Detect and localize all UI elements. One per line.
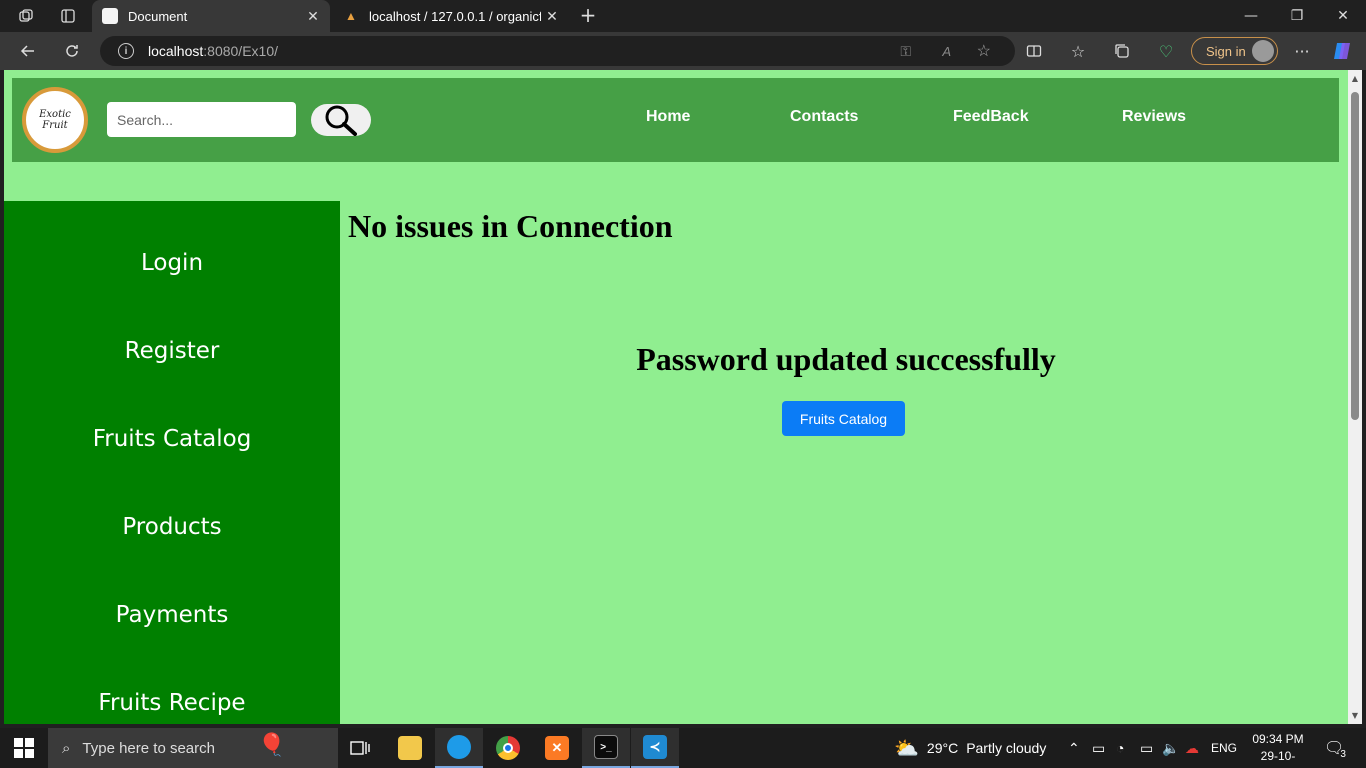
scroll-down-icon[interactable]: ▼ [1350,711,1360,720]
minimize-button[interactable]: — [1228,0,1274,32]
weather-widget[interactable]: ⛅ 29°C Partly cloudy [894,728,1046,768]
key-icon[interactable]: ⚿ [900,43,911,60]
taskbar-search-placeholder: Type here to search [82,739,215,757]
sidebar: Login Register Fruits Catalog Products P… [4,201,340,724]
task-view-icon[interactable] [336,728,384,768]
more-options-icon[interactable]: ··· [1290,39,1314,63]
site-logo[interactable]: Exotic Fruit [22,87,88,153]
new-tab-button[interactable]: + [577,4,599,28]
url-host: localhost [148,43,204,59]
terminal-icon[interactable]: >_ [582,728,630,768]
sidebar-item-register[interactable]: Register [4,338,340,364]
favorite-star-icon[interactable]: ☆ [977,41,991,61]
search-icon [325,105,357,136]
fruits-catalog-button[interactable]: Fruits Catalog [782,401,905,436]
tab-actions-icon[interactable] [58,6,78,26]
chrome-browser-icon[interactable] [484,728,532,768]
address-bar[interactable]: i localhost:8080/Ex10/ ⚿ A ☆ [100,36,1015,66]
nav-contacts[interactable]: Contacts [790,108,858,126]
site-header: Exotic Fruit Home Contacts FeedBack Revi… [12,78,1339,162]
windows-start-icon[interactable] [14,738,34,758]
wifi-icon[interactable]: ◔ [1116,728,1124,768]
connection-status-heading: No issues in Connection [348,208,673,244]
clock-time: 09:34 PM [1252,732,1304,746]
search-input[interactable] [107,102,296,137]
page-viewport: Exotic Fruit Home Contacts FeedBack Revi… [4,70,1348,724]
vscode-icon[interactable]: ≺ [631,728,679,768]
tab-document[interactable]: Document ✕ [92,0,330,32]
phpmyadmin-favicon-icon: ▲ [345,9,357,23]
copilot-icon[interactable] [1330,39,1354,63]
close-window-button[interactable]: ✕ [1320,0,1366,32]
nav-home[interactable]: Home [646,108,690,126]
logo-text: Exotic Fruit [39,109,71,131]
weather-desc: Partly cloudy [966,740,1047,756]
meet-now-icon[interactable]: ▭ [1092,728,1105,768]
edge-browser-icon[interactable] [435,728,483,768]
success-message: Password updated successfully [636,341,1056,377]
sidebar-item-fruits-recipe[interactable]: Fruits Recipe [4,690,340,716]
search-button[interactable] [311,104,371,136]
partly-cloudy-icon: ⛅ [894,737,919,760]
search-highlight-balloons-icon: 🎈 [258,732,286,757]
browser-essentials-icon[interactable]: ♡ [1154,39,1178,63]
url-path: :8080/Ex10/ [203,43,278,59]
read-aloud-icon[interactable]: A [942,44,951,59]
close-tab-icon[interactable]: ✕ [541,8,563,25]
battery-icon[interactable]: ▭ [1140,728,1153,768]
back-button[interactable] [16,39,40,63]
notification-center-icon[interactable]: 🗨 3 [1324,728,1346,768]
close-tab-icon[interactable]: ✕ [302,8,324,25]
tab-title: localhost / 127.0.0.1 / organicfrui [369,8,541,24]
document-favicon-icon [102,8,118,24]
volume-icon[interactable]: 🔈 [1162,728,1179,768]
notification-count-badge: 3 [1340,748,1346,760]
onedrive-error-icon[interactable]: ☁ [1185,728,1199,768]
system-clock[interactable]: 09:34 PM 29-10-2023 [1248,731,1308,768]
nav-reviews[interactable]: Reviews [1122,108,1186,126]
tab-title: Document [128,8,188,24]
sidebar-item-fruits-catalog[interactable]: Fruits Catalog [4,426,340,452]
split-screen-icon[interactable] [1022,39,1046,63]
sidebar-item-login[interactable]: Login [4,250,340,276]
sign-in-button[interactable]: Sign in [1191,37,1278,65]
file-explorer-icon[interactable] [386,728,434,768]
show-hidden-icons-icon[interactable]: ⌃ [1068,728,1080,768]
page-scrollbar[interactable]: ▲ ▼ [1348,70,1362,724]
scroll-up-icon[interactable]: ▲ [1350,74,1360,83]
input-language[interactable]: ENG [1211,728,1237,768]
workspaces-icon[interactable] [16,6,36,26]
collections-icon[interactable] [1110,39,1134,63]
site-info-icon[interactable]: i [118,43,134,59]
sign-in-label: Sign in [1206,43,1246,59]
restore-button[interactable]: ❐ [1274,0,1320,32]
browser-toolbar: i localhost:8080/Ex10/ ⚿ A ☆ ☆ ♡ Sign in… [0,32,1366,70]
refresh-button[interactable] [60,39,84,63]
profile-avatar-icon [1252,40,1274,62]
search-icon: ⌕ [62,739,71,757]
windows-taskbar: ⌕ Type here to search 🎈 ✕ >_ ≺ ⛅ 29°C Pa… [0,728,1366,768]
favorites-icon[interactable]: ☆ [1066,39,1090,63]
browser-tab-strip: Document ✕ ▲ localhost / 127.0.0.1 / org… [0,0,1366,32]
xampp-icon[interactable]: ✕ [533,728,581,768]
clock-date: 29-10-2023 [1260,749,1296,768]
scrollbar-thumb[interactable] [1351,92,1359,420]
tab-phpmyadmin[interactable]: ▲ localhost / 127.0.0.1 / organicfrui ✕ [333,0,569,32]
weather-temp: 29°C [926,740,959,756]
sidebar-item-products[interactable]: Products [4,514,340,540]
nav-feedback[interactable]: FeedBack [953,108,1029,126]
sidebar-item-payments[interactable]: Payments [4,602,340,628]
taskbar-search-box[interactable]: ⌕ Type here to search 🎈 [48,728,338,768]
